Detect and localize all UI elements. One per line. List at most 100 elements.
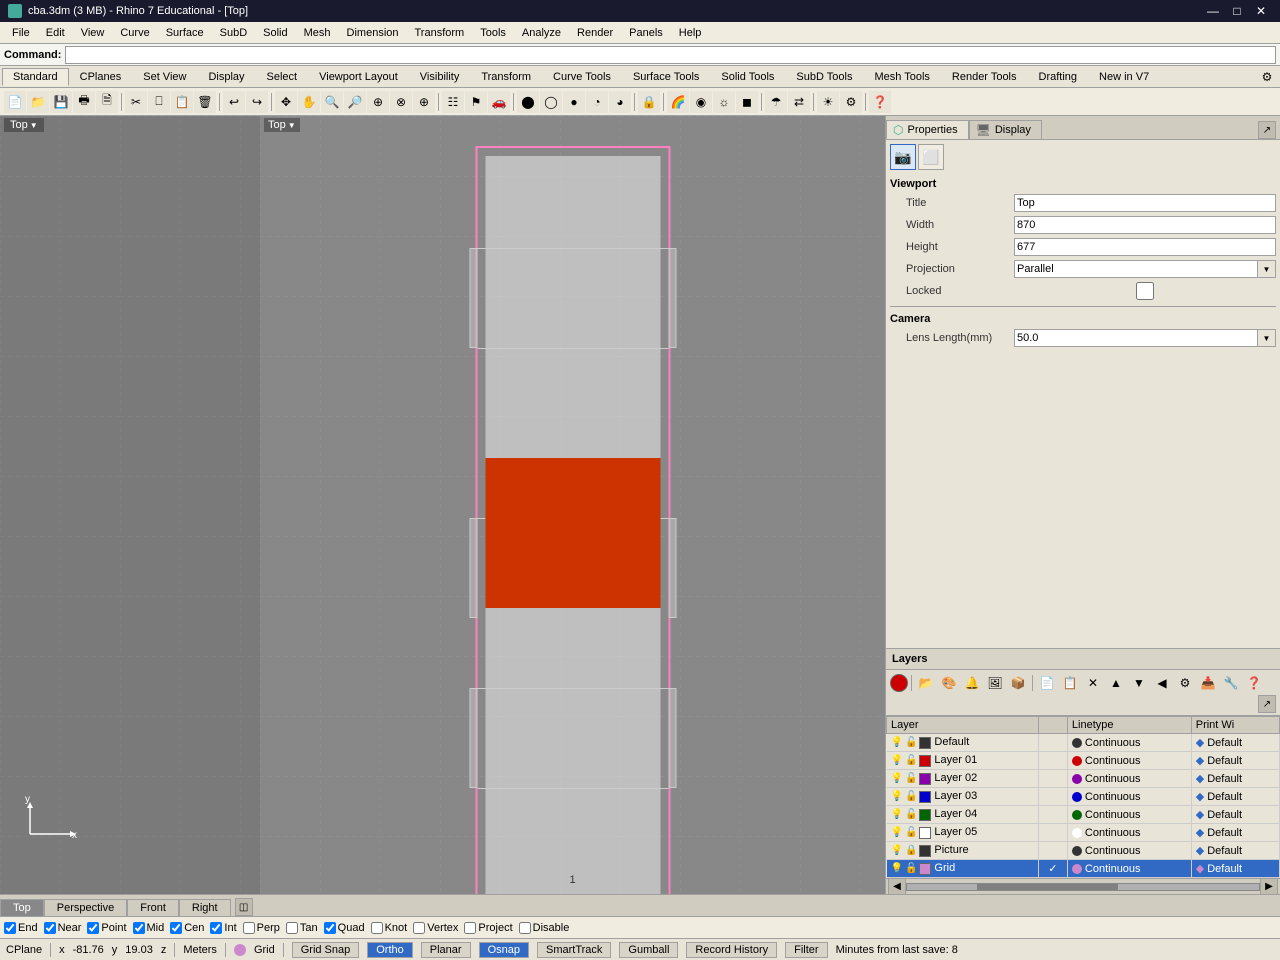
- tb-cam[interactable]: ◼: [736, 91, 758, 113]
- layer-btn-down[interactable]: ▼: [1128, 672, 1150, 694]
- close-button[interactable]: ✕: [1250, 0, 1272, 22]
- snap-end-checkbox[interactable]: [4, 922, 16, 934]
- tb-lock[interactable]: 🔒: [638, 91, 660, 113]
- layer-btn-copy[interactable]: 📋: [1059, 672, 1081, 694]
- layers-float-btn[interactable]: ↗: [1258, 695, 1276, 713]
- viewport-layout-button[interactable]: ◫: [235, 898, 253, 916]
- layer-lock-icon[interactable]: 🔓: [905, 755, 917, 766]
- tb-car[interactable]: 🚗: [488, 91, 510, 113]
- prop-input-title[interactable]: [1014, 194, 1276, 212]
- tb-export[interactable]: 🗎: [96, 91, 118, 113]
- layer-btn-up[interactable]: ▲: [1105, 672, 1127, 694]
- layer-btn-left[interactable]: ◀: [1151, 672, 1173, 694]
- snap-disable-checkbox[interactable]: [519, 922, 531, 934]
- menu-panels[interactable]: Panels: [621, 25, 671, 41]
- menu-dimension[interactable]: Dimension: [339, 25, 407, 41]
- viewport-left-label[interactable]: Top ▼: [4, 118, 44, 132]
- layer-visibility-icon[interactable]: 💡: [891, 809, 903, 820]
- layer-lock-icon[interactable]: 🔓: [905, 863, 917, 874]
- menu-surface[interactable]: Surface: [158, 25, 212, 41]
- scrollbar-track[interactable]: [906, 883, 1260, 891]
- layer-row[interactable]: 💡🔓Layer 01Continuous◆Default: [887, 752, 1280, 770]
- prop-input-height[interactable]: [1014, 238, 1276, 256]
- layer-visibility-icon[interactable]: 💡: [891, 755, 903, 766]
- layer-btn-new[interactable]: 📄: [1036, 672, 1058, 694]
- tb-print[interactable]: 🖶: [73, 91, 95, 113]
- tb-paste[interactable]: 📋: [171, 91, 193, 113]
- camera-icon-btn[interactable]: 📷: [890, 144, 916, 170]
- tb-gumball[interactable]: ☂: [765, 91, 787, 113]
- layer-color-swatch[interactable]: [919, 755, 931, 767]
- tb-render3[interactable]: ◕: [609, 91, 631, 113]
- toolbar-tab-visibility[interactable]: Visibility: [409, 68, 471, 86]
- prop-input-width[interactable]: [1014, 216, 1276, 234]
- toolbar-tab-surfacetools[interactable]: Surface Tools: [622, 68, 710, 86]
- layer-lock-icon[interactable]: 🔓: [905, 737, 917, 748]
- tb-save[interactable]: 💾: [50, 91, 72, 113]
- scroll-right-btn[interactable]: ▶: [1260, 878, 1278, 895]
- snap-vertex-checkbox[interactable]: [413, 922, 425, 934]
- layer-row[interactable]: 💡🔓Layer 03Continuous◆Default: [887, 788, 1280, 806]
- scrollbar-thumb[interactable]: [977, 884, 1118, 890]
- toolbar-tab-setview[interactable]: Set View: [132, 68, 197, 86]
- toolbar-tab-display[interactable]: Display: [197, 68, 255, 86]
- toolbar-tab-newv7[interactable]: New in V7: [1088, 68, 1160, 86]
- rect-icon-btn[interactable]: ⬜: [918, 144, 944, 170]
- projection-dropdown-btn[interactable]: ▼: [1258, 260, 1276, 278]
- layer-btn-help[interactable]: ❓: [1243, 672, 1265, 694]
- vp-tab-front[interactable]: Front: [127, 899, 179, 916]
- toolbar-tab-select[interactable]: Select: [256, 68, 309, 86]
- tab-properties[interactable]: ⬡ Properties: [886, 120, 969, 139]
- tb-copy[interactable]: ⎕: [148, 91, 170, 113]
- viewport-label[interactable]: Top ▼: [264, 118, 300, 132]
- tb-material[interactable]: 🌈: [667, 91, 689, 113]
- snap-knot-checkbox[interactable]: [371, 922, 383, 934]
- tb-zoomext[interactable]: ⊗: [390, 91, 412, 113]
- toolbar-tab-solidtools[interactable]: Solid Tools: [710, 68, 785, 86]
- panel-float-button[interactable]: ↗: [1258, 121, 1276, 139]
- current-layer-color[interactable]: [890, 674, 908, 692]
- layer-btn-filter[interactable]: ⚙: [1174, 672, 1196, 694]
- snap-int-checkbox[interactable]: [210, 922, 222, 934]
- layer-btn-folder-open[interactable]: 📂: [915, 672, 937, 694]
- menu-help[interactable]: Help: [671, 25, 710, 41]
- maximize-button[interactable]: □: [1226, 0, 1248, 22]
- snap-cen-checkbox[interactable]: [170, 922, 182, 934]
- tb-redo[interactable]: ↪: [246, 91, 268, 113]
- tb-env[interactable]: ◉: [690, 91, 712, 113]
- layer-visibility-icon[interactable]: 💡: [891, 791, 903, 802]
- layer-row[interactable]: 💡🔓Layer 04Continuous◆Default: [887, 806, 1280, 824]
- tb-pan[interactable]: ✋: [298, 91, 320, 113]
- menu-solid[interactable]: Solid: [255, 25, 295, 41]
- layer-color-swatch[interactable]: [919, 737, 931, 749]
- status-ortho-btn[interactable]: Ortho: [367, 942, 413, 958]
- layer-lock-icon[interactable]: 🔓: [905, 809, 917, 820]
- tb-delete[interactable]: 🗑: [194, 91, 216, 113]
- menu-view[interactable]: View: [73, 25, 113, 41]
- snap-quad-checkbox[interactable]: [324, 922, 336, 934]
- menu-mesh[interactable]: Mesh: [296, 25, 339, 41]
- menu-subd[interactable]: SubD: [212, 25, 256, 41]
- minimize-button[interactable]: —: [1202, 0, 1224, 22]
- layer-btn-import[interactable]: 📥: [1197, 672, 1219, 694]
- menu-analyze[interactable]: Analyze: [514, 25, 569, 41]
- status-osnap-btn[interactable]: Osnap: [479, 942, 529, 958]
- toolbar-tab-rendertools[interactable]: Render Tools: [941, 68, 1028, 86]
- prop-input-lens[interactable]: [1014, 329, 1258, 347]
- layer-color-swatch[interactable]: [919, 845, 931, 857]
- locked-checkbox[interactable]: [1014, 282, 1276, 300]
- vp-tab-perspective[interactable]: Perspective: [44, 899, 127, 916]
- status-recordhistory-btn[interactable]: Record History: [686, 942, 777, 958]
- tb-light[interactable]: ☼: [713, 91, 735, 113]
- command-input[interactable]: [65, 46, 1276, 64]
- menu-edit[interactable]: Edit: [38, 25, 73, 41]
- toolbar-tab-drafting[interactable]: Drafting: [1028, 68, 1089, 86]
- toolbar-tab-cplanes[interactable]: CPlanes: [69, 68, 133, 86]
- menu-render[interactable]: Render: [569, 25, 621, 41]
- tb-new[interactable]: 📄: [4, 91, 26, 113]
- layer-lock-icon[interactable]: 🔓: [905, 773, 917, 784]
- layer-color-swatch[interactable]: [919, 773, 931, 785]
- toolbar-tab-curvetools[interactable]: Curve Tools: [542, 68, 622, 86]
- tb-help[interactable]: ❓: [869, 91, 891, 113]
- menu-tools[interactable]: Tools: [472, 25, 514, 41]
